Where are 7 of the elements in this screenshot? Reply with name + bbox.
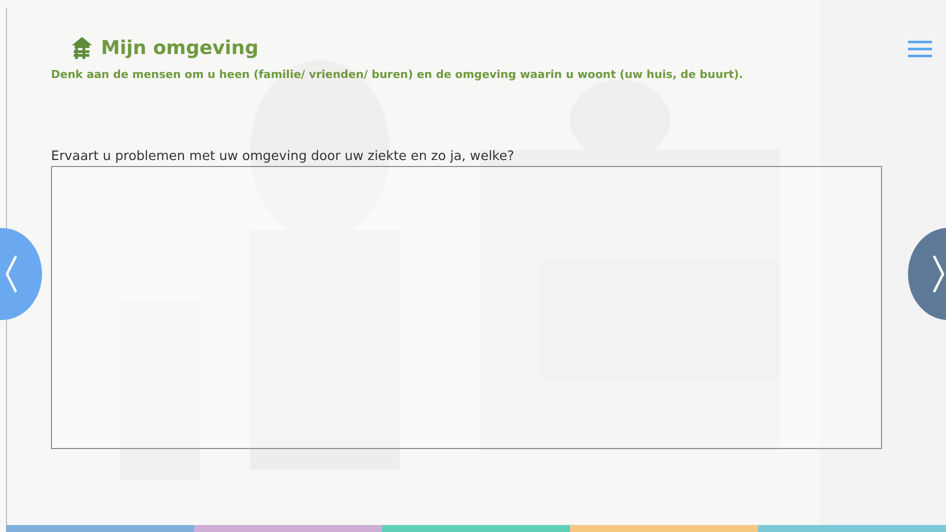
- house-icon: [71, 36, 93, 60]
- page-subtitle: Denk aan de mensen om u heen (familie/ vrienden/ buren) en de omgeving waarin u woont (uw huis, de buurt).: [51, 68, 744, 81]
- page-title: Mijn omgeving: [101, 37, 258, 59]
- chevron-left-icon: [4, 254, 18, 294]
- chevron-right-icon: [932, 254, 946, 294]
- question-label: Ervaart u problemen met uw omgeving door uw ziekte en zo ja, welke?: [51, 149, 516, 164]
- menu-icon[interactable]: [908, 40, 932, 58]
